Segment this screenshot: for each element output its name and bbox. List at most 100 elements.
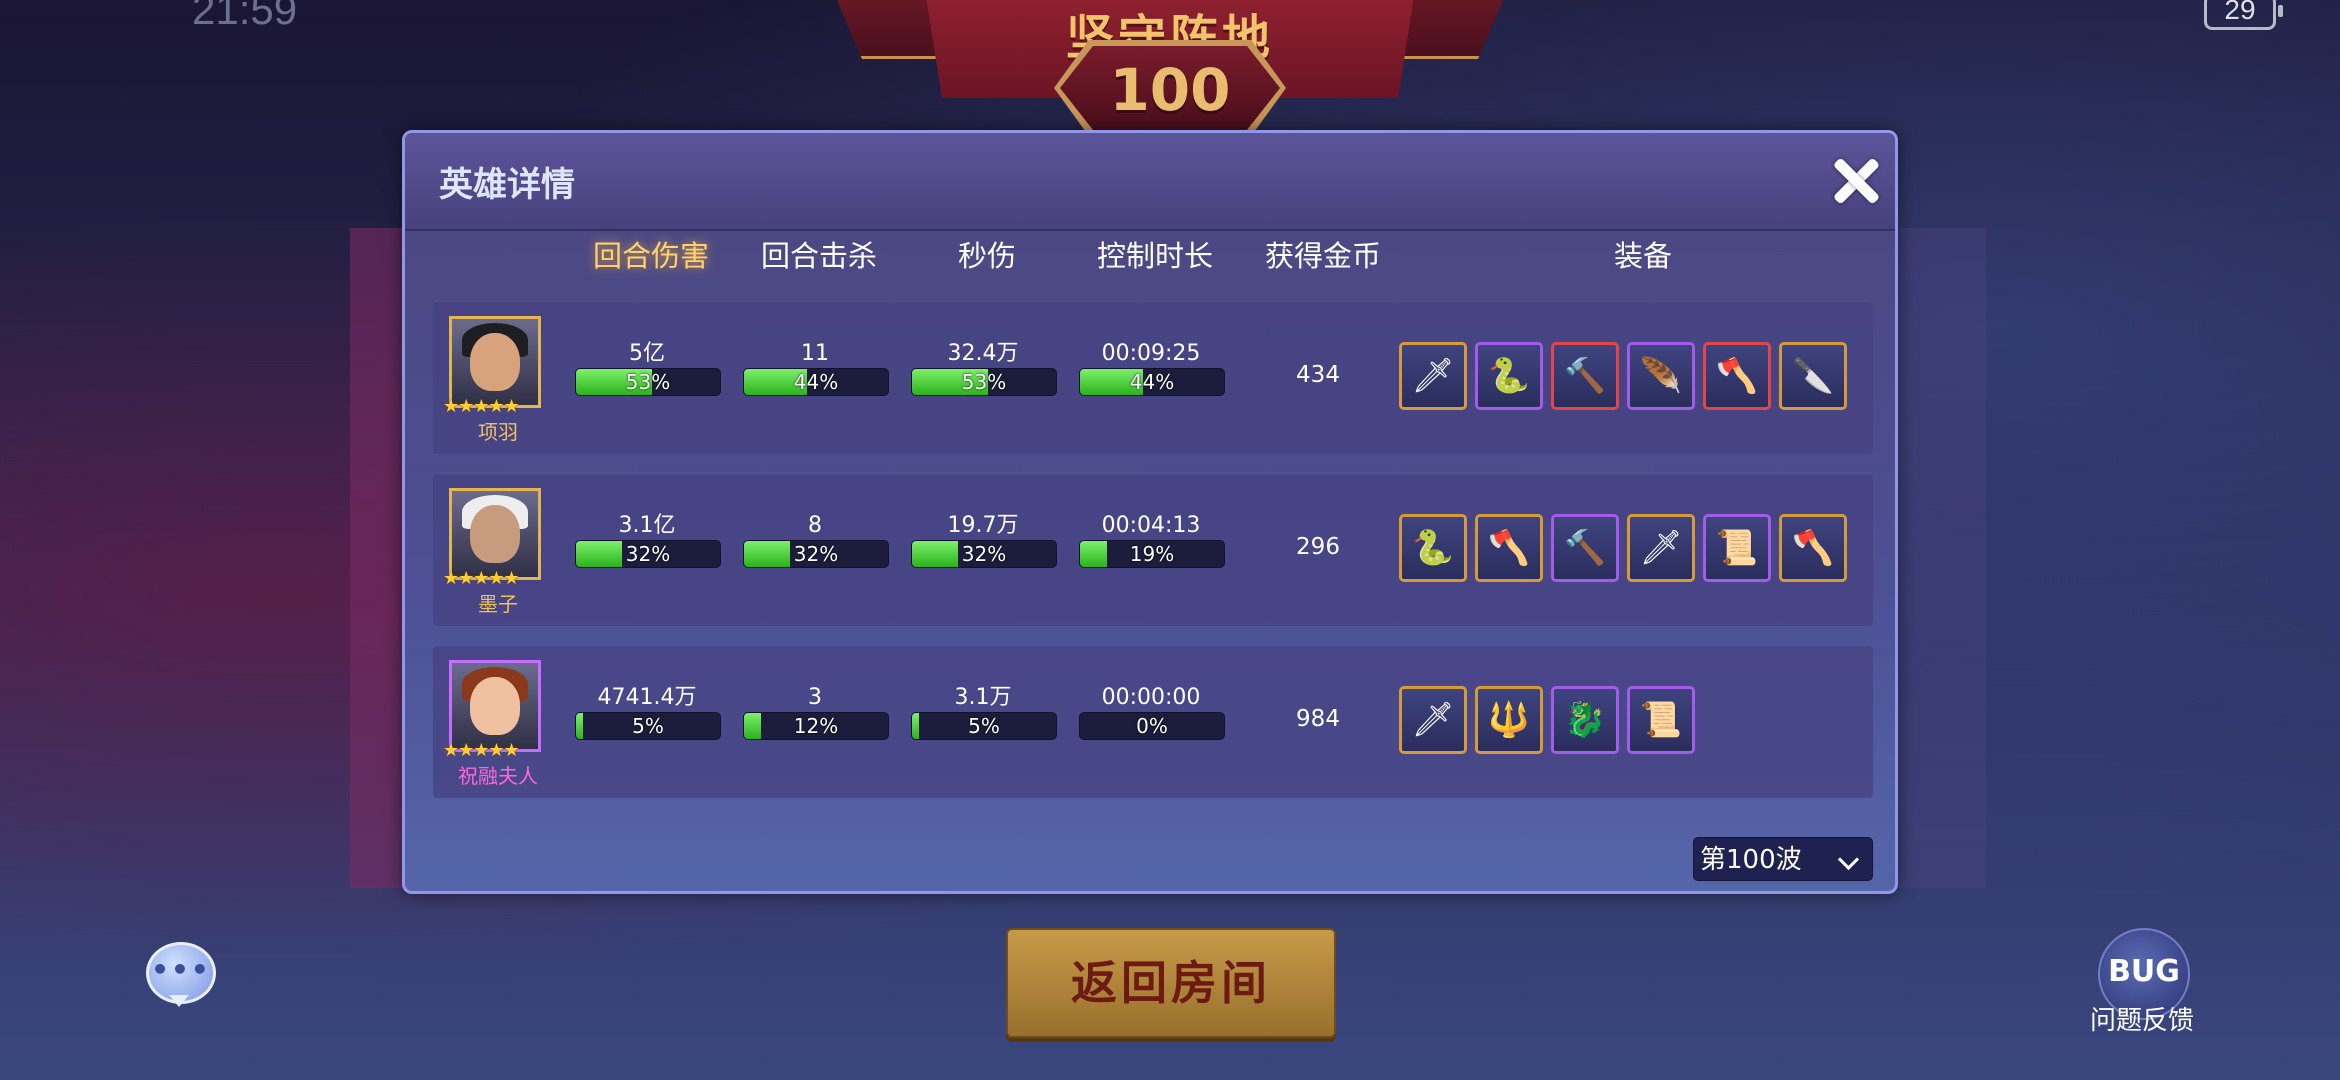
hero-row: ★★★★★ 项羽 5亿 53% 11 44% 32.4万 53% 00:09:2… (433, 301, 1873, 454)
serpent-chain-icon[interactable]: 🐍 (1475, 342, 1543, 410)
hero-row: ★★★★★ 墨子 3.1亿 32% 8 32% 19.7万 32% 00:04:… (433, 473, 1873, 626)
bug-icon-label: BUG (2108, 954, 2180, 989)
progress-percent: 12% (793, 714, 839, 738)
stat-value: 8 (808, 513, 822, 538)
progress-percent: 53% (625, 370, 671, 394)
progress-percent: 5% (968, 714, 1000, 738)
progress-bar: 32% (911, 540, 1057, 568)
stat-damage: 4741.4万 5% (575, 684, 721, 740)
stat-control: 00:00:00 0% (1079, 684, 1225, 740)
hero-name: 墨子 (478, 592, 518, 616)
stat-value: 00:00:00 (1101, 685, 1201, 710)
feedback-label[interactable]: 问题反馈 (2070, 1000, 2214, 1037)
hero-name: 项羽 (478, 420, 518, 444)
war-hammer-icon[interactable]: 🔨 (1551, 342, 1619, 410)
battle-axe-icon[interactable]: 🪓 (1475, 514, 1543, 582)
stat-value: 32.4万 (947, 341, 1019, 366)
stat-dps: 19.7万 32% (911, 512, 1057, 568)
stat-dps: 3.1万 5% (911, 684, 1057, 740)
stat-kills: 11 44% (743, 340, 889, 396)
column-header-dps[interactable]: 秒伤 (907, 233, 1067, 275)
progress-percent: 32% (793, 542, 839, 566)
wave-select-dropdown[interactable]: 第100波 (1693, 837, 1873, 881)
panel-backdrop-accent (350, 228, 410, 888)
wave-select-value: 第100波 (1700, 845, 1802, 875)
progress-percent: 5% (632, 714, 664, 738)
frost-hammer-icon[interactable]: 🔨 (1551, 514, 1619, 582)
spear-icon[interactable]: 🔱 (1475, 686, 1543, 754)
hero-face (470, 677, 520, 735)
hero-name: 祝融夫人 (458, 764, 538, 788)
sword-icon[interactable]: 🗡 (1627, 514, 1695, 582)
status-time: 21:59 (192, 0, 298, 33)
column-header-gold[interactable]: 获得金币 (1243, 233, 1403, 275)
stat-value: 3 (808, 685, 822, 710)
progress-bar: 53% (911, 368, 1057, 396)
chevron-down-icon (1837, 848, 1860, 871)
stat-dps: 32.4万 53% (911, 340, 1057, 396)
stat-value: 00:04:13 (1101, 513, 1201, 538)
scroll-icon[interactable]: 📜 (1703, 514, 1771, 582)
progress-bar: 32% (575, 540, 721, 568)
stat-value: 19.7万 (947, 513, 1019, 538)
hero-face (470, 333, 520, 391)
stat-value: 5亿 (629, 341, 665, 366)
chat-button[interactable]: ••• (146, 942, 216, 1007)
stat-control: 00:04:13 19% (1079, 512, 1225, 568)
progress-percent: 0% (1136, 714, 1168, 738)
stat-value: 3.1亿 (618, 513, 676, 538)
red-blade-icon[interactable]: 🔪 (1779, 342, 1847, 410)
stat-value: 00:09:25 (1101, 341, 1201, 366)
progress-bar: 19% (1079, 540, 1225, 568)
hero-portrait[interactable] (449, 316, 541, 408)
hero-face (470, 505, 520, 563)
battery-icon: 29 (2204, 0, 2283, 30)
progress-percent: 19% (1129, 542, 1175, 566)
star-rating: ★★★★★ (443, 740, 520, 761)
gold-value: 296 (1296, 534, 1340, 560)
gold-value: 434 (1296, 362, 1340, 388)
star-rating: ★★★★★ (443, 396, 520, 417)
dialog-header (405, 133, 1895, 231)
column-header-damage[interactable]: 回合伤害 (571, 233, 731, 275)
stat-value: 11 (801, 341, 829, 366)
progress-bar: 12% (743, 712, 889, 740)
dialog-title: 英雄详情 (439, 165, 575, 205)
progress-bar: 44% (1079, 368, 1225, 396)
hero-details-dialog: 英雄详情 回合伤害 回合击杀 秒伤 控制时长 获得金币 装备 ★★★★★ 项羽 … (402, 130, 1898, 894)
scroll-icon[interactable]: 📜 (1627, 686, 1695, 754)
progress-percent: 32% (961, 542, 1007, 566)
progress-percent: 44% (1129, 370, 1175, 394)
progress-bar: 5% (575, 712, 721, 740)
stat-value: 4741.4万 (597, 685, 697, 710)
return-room-button[interactable]: 返回房间 (1006, 928, 1336, 1038)
progress-bar: 44% (743, 368, 889, 396)
progress-percent: 32% (625, 542, 671, 566)
hero-portrait[interactable] (449, 488, 541, 580)
stat-damage: 5亿 53% (575, 340, 721, 396)
progress-bar: 0% (1079, 712, 1225, 740)
progress-percent: 53% (961, 370, 1007, 394)
serpent-chain-icon[interactable]: 🐍 (1399, 514, 1467, 582)
stat-kills: 3 12% (743, 684, 889, 740)
column-header-kills[interactable]: 回合击杀 (739, 233, 899, 275)
progress-bar: 5% (911, 712, 1057, 740)
gold-value: 984 (1296, 706, 1340, 732)
green-dragon-icon[interactable]: 🐉 (1551, 686, 1619, 754)
progress-bar: 32% (743, 540, 889, 568)
column-header-control[interactable]: 控制时长 (1075, 233, 1235, 275)
column-header-equipment: 装备 (1613, 239, 1672, 273)
wing-cape-icon[interactable]: 🪶 (1627, 342, 1695, 410)
stat-damage: 3.1亿 32% (575, 512, 721, 568)
hero-row: ★★★★★ 祝融夫人 4741.4万 5% 3 12% 3.1万 5% 00:0… (433, 645, 1873, 798)
hero-portrait[interactable] (449, 660, 541, 752)
sword-icon[interactable]: 🗡 (1399, 342, 1467, 410)
close-icon[interactable] (1825, 151, 1885, 211)
serpent-blade-icon[interactable]: 🗡 (1399, 686, 1467, 754)
battle-axe-icon[interactable]: 🪓 (1703, 342, 1771, 410)
wave-number: 100 (1109, 56, 1231, 124)
axe-icon[interactable]: 🪓 (1779, 514, 1847, 582)
chat-icon: ••• (151, 953, 211, 986)
stat-control: 00:09:25 44% (1079, 340, 1225, 396)
stat-kills: 8 32% (743, 512, 889, 568)
